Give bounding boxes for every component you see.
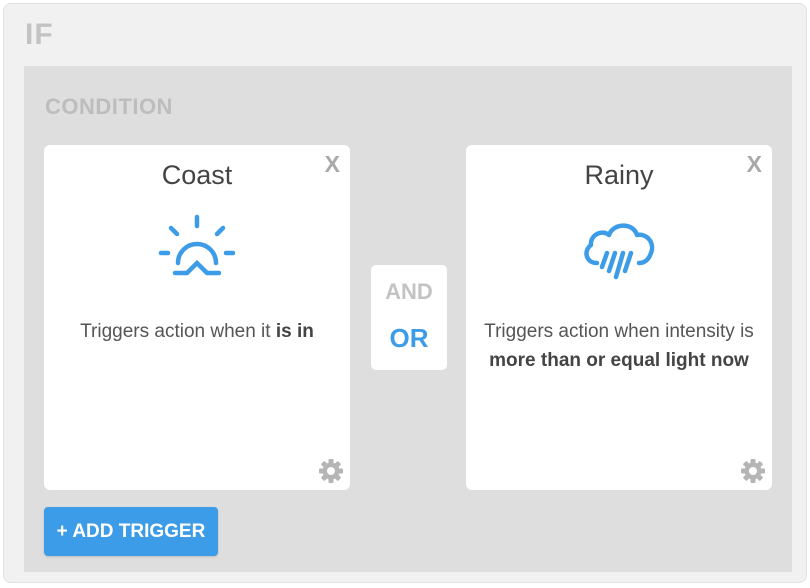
condition-title: CONDITION [45,94,173,119]
logic-toggle: AND OR [371,265,447,370]
gear-icon[interactable] [318,458,344,484]
card-title: Coast [161,160,233,190]
card-description: Triggers action when it is in [80,321,314,342]
remove-trigger-button[interactable]: X [325,151,340,178]
add-trigger-button[interactable]: + ADD TRIGGER [44,507,218,556]
logic-or-option[interactable]: OR [371,323,447,354]
if-title: IF [25,18,54,51]
trigger-card-rainy[interactable]: Rainy X Triggers action when intensity i… [466,145,772,490]
sunrise-icon [158,214,236,276]
card-description: Triggers action when intensity is more t… [484,321,754,371]
trigger-card-coast[interactable]: Coast X Triggers action when it is in [44,145,350,490]
remove-trigger-button[interactable]: X [747,151,762,178]
logic-and-option[interactable]: AND [371,279,447,305]
rain-cloud-icon [584,223,655,280]
card-title: Rainy [584,160,654,190]
gear-icon[interactable] [740,458,766,484]
condition-panel: CONDITION Coast X Triggers action when i… [24,66,792,572]
if-block: IF CONDITION Coast X Triggers action whe… [3,3,807,583]
